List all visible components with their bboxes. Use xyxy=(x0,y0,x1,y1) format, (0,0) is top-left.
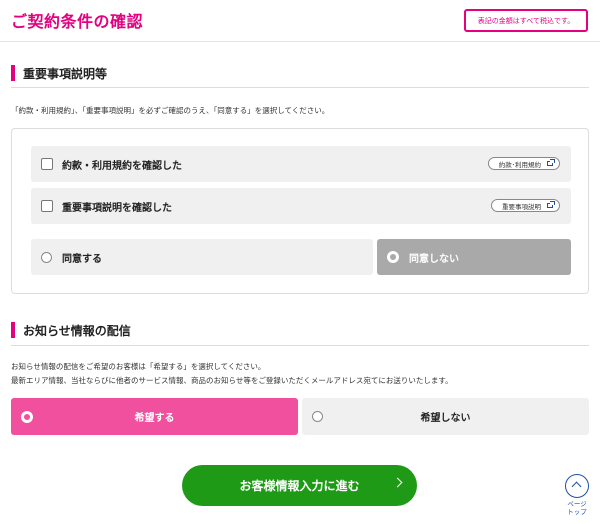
want-radio[interactable] xyxy=(21,410,33,423)
external-link-icon xyxy=(547,201,555,208)
not-want-option[interactable]: 希望しない xyxy=(302,398,589,435)
disagree-label: 同意しない xyxy=(409,253,459,265)
explanation-link-label: 重要事項説明 xyxy=(502,202,541,211)
page-top-line1: ページ xyxy=(567,500,587,508)
page-top-button[interactable]: ページ トップ xyxy=(560,474,596,522)
proceed-button[interactable]: お客様情報入力に進む xyxy=(182,465,417,506)
terms-check-row[interactable]: 約款・利用規約を確認した 約款･利用規約 xyxy=(31,146,571,182)
not-want-radio[interactable] xyxy=(312,411,323,422)
agree-label: 同意する xyxy=(62,253,102,265)
proceed-label: お客様情報入力に進む xyxy=(239,479,360,493)
chevron-right-icon xyxy=(392,477,403,488)
disagree-radio[interactable] xyxy=(387,251,399,263)
important-description: 「約款・利用規約」、「重要事項説明」を必ずご確認のうえ、「同意する」を選択してく… xyxy=(11,106,330,115)
terms-link-button[interactable]: 約款･利用規約 xyxy=(487,157,560,170)
external-link-icon xyxy=(547,159,555,166)
explanation-checkbox[interactable] xyxy=(41,200,53,212)
terms-check-label: 約款・利用規約を確認した xyxy=(62,160,182,172)
explanation-check-label: 重要事項説明を確認した xyxy=(62,202,172,214)
agree-radio[interactable] xyxy=(41,251,52,263)
notice-description-line1: お知らせ情報の配信をご希望のお客様は「希望する」を選択してください。 xyxy=(11,362,266,371)
disagree-option[interactable]: 同意しない xyxy=(377,239,571,275)
not-want-label: 希望しない xyxy=(420,413,471,424)
important-section-heading: 重要事項説明等 xyxy=(11,63,107,83)
important-heading-text: 重要事項説明等 xyxy=(23,66,108,81)
page-top-label: ページ トップ xyxy=(560,500,594,516)
heading-accent-bar xyxy=(11,322,15,338)
notice-heading-text: お知らせ情報の配信 xyxy=(23,323,131,338)
notice-section-heading: お知らせ情報の配信 xyxy=(11,320,131,340)
heading-divider xyxy=(11,345,589,346)
confirm-panel: 約款・利用規約を確認した 約款･利用規約 重要事項説明を確認した 重要事項説明 … xyxy=(11,128,589,294)
page-header: ご契約条件の確認 表記の金額はすべて税込です。 xyxy=(0,0,600,42)
explanation-check-row[interactable]: 重要事項説明を確認した 重要事項説明 xyxy=(31,188,571,224)
terms-link-label: 約款･利用規約 xyxy=(498,160,541,169)
want-option[interactable]: 希望する xyxy=(11,398,298,435)
agree-option[interactable]: 同意する xyxy=(31,239,373,275)
want-label: 希望する xyxy=(134,413,175,424)
notice-description-line2: 最新エリア情報、当社ならびに他者のサービス情報、商品のお知らせ等をご登録いただく… xyxy=(11,376,453,385)
page-title: ご契約条件の確認 xyxy=(11,12,144,31)
explanation-link-button[interactable]: 重要事項説明 xyxy=(491,199,560,212)
heading-divider xyxy=(11,87,589,88)
page-top-line2: トップ xyxy=(567,508,587,516)
terms-checkbox[interactable] xyxy=(41,158,53,170)
tax-note-badge: 表記の金額はすべて税込です。 xyxy=(464,9,588,32)
heading-accent-bar xyxy=(11,65,15,81)
arrow-up-icon xyxy=(565,474,589,498)
